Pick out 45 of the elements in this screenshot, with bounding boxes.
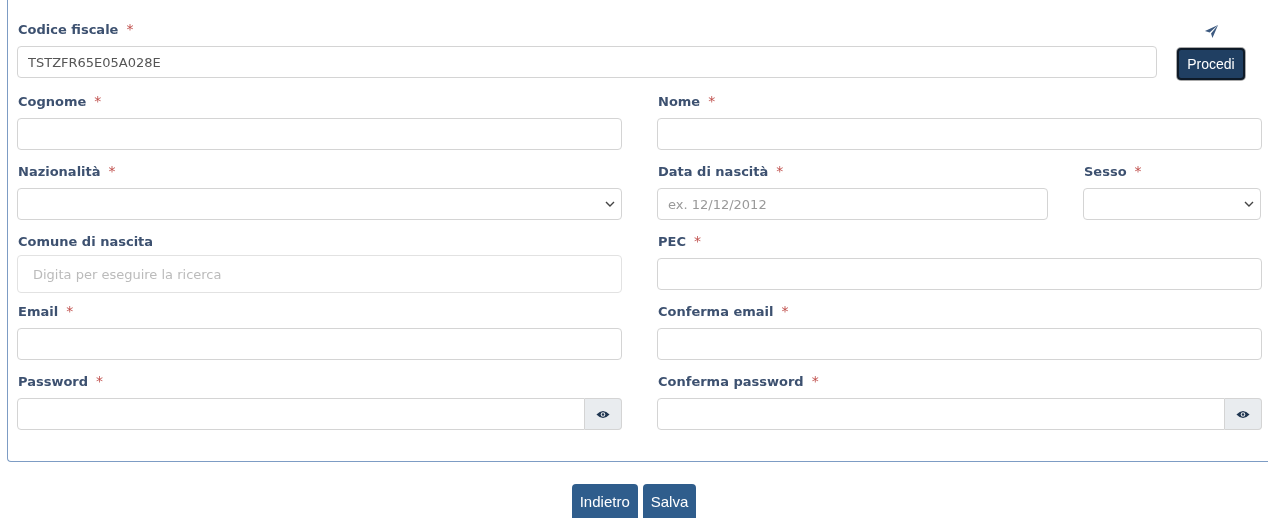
required-asterisk: * xyxy=(781,303,789,319)
field-label: Sesso xyxy=(1084,163,1127,179)
password-field[interactable] xyxy=(17,398,585,430)
input-field[interactable] xyxy=(17,118,622,150)
field-label: Codice fiscale xyxy=(18,21,119,37)
field-label: Nome xyxy=(658,93,701,109)
eye-icon xyxy=(1236,409,1250,419)
paper-plane-icon xyxy=(1203,24,1219,39)
password-field[interactable] xyxy=(657,398,1225,430)
required-asterisk: * xyxy=(708,93,716,109)
required-asterisk: * xyxy=(1134,163,1142,179)
field-label: Conferma password xyxy=(658,373,804,389)
field-label: Data di nascità xyxy=(658,163,769,179)
input-field[interactable] xyxy=(657,328,1262,360)
required-asterisk: * xyxy=(776,163,784,179)
input-field[interactable] xyxy=(657,258,1262,290)
date-field[interactable]: ex. 12/12/2012 xyxy=(657,188,1048,220)
field-label: Conferma email xyxy=(658,303,774,319)
required-asterisk: * xyxy=(811,373,819,389)
required-asterisk: * xyxy=(126,21,134,37)
field-label: Cognome xyxy=(18,93,87,109)
chevron-down-icon xyxy=(1244,201,1254,207)
required-asterisk: * xyxy=(108,163,116,179)
required-asterisk: * xyxy=(66,303,74,319)
eye-icon xyxy=(596,409,610,419)
required-asterisk: * xyxy=(693,233,701,249)
required-asterisk: * xyxy=(94,93,102,109)
search-field[interactable]: Digita per eseguire la ricerca xyxy=(17,255,622,293)
input-field[interactable] xyxy=(17,328,622,360)
field-label: PEC xyxy=(658,233,686,249)
field-label: Email xyxy=(18,303,59,319)
action-button[interactable]: Indietro xyxy=(571,484,638,518)
field-label: Comune di nascita xyxy=(18,233,154,249)
action-button[interactable]: Salva xyxy=(642,484,697,518)
show-password-button[interactable] xyxy=(585,398,622,430)
show-password-button[interactable] xyxy=(1225,398,1262,430)
chevron-down-icon xyxy=(605,201,615,207)
field-label: Nazionalità xyxy=(18,163,101,179)
required-asterisk: * xyxy=(96,373,104,389)
input-field[interactable] xyxy=(657,118,1262,150)
procedi-button[interactable]: Procedi xyxy=(1177,48,1245,80)
input-field[interactable]: TSTZFR65E05A028E xyxy=(17,46,1157,78)
select-field[interactable] xyxy=(1083,188,1261,220)
select-field[interactable] xyxy=(17,188,622,220)
field-label: Password xyxy=(18,373,89,389)
